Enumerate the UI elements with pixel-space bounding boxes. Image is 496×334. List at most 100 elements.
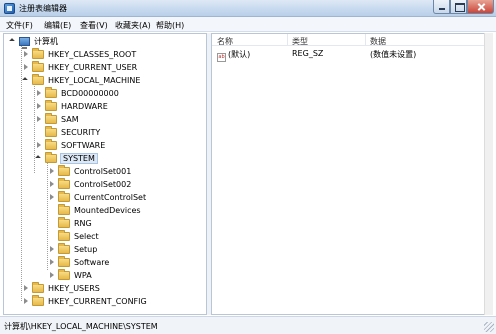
resize-grip-icon[interactable] [484,322,494,332]
tree-item-label: HKEY_CURRENT_USER [48,63,138,72]
expand-arrow-icon[interactable] [47,167,56,176]
expand-arrow-icon[interactable] [21,50,30,59]
tree-item-select[interactable]: Select [47,230,100,243]
tree-item-mounteddevices[interactable]: MountedDevices [47,204,142,217]
menu-view[interactable]: 查看(V) [80,20,108,31]
expand-arrow-icon[interactable] [47,245,56,254]
expand-arrow-icon[interactable] [47,271,56,280]
close-button[interactable] [467,0,494,14]
expand-arrow-icon[interactable] [21,284,30,293]
registry-editor-icon [4,3,15,14]
tree-item-setup[interactable]: Setup [47,243,98,256]
title-bar[interactable]: 注册表编辑器 [0,0,496,17]
folder-icon [32,48,44,59]
expand-arrow-icon[interactable] [34,89,43,98]
expand-arrow-icon[interactable] [34,102,43,111]
expand-arrow-icon[interactable] [47,180,56,189]
string-value-icon: ab [217,53,226,62]
tree-item-label: WPA [74,271,92,280]
tree-item-label: BCD00000000 [61,89,119,98]
expand-arrow-icon[interactable] [21,63,30,72]
tree-item-computer[interactable]: 计算机 [8,35,59,49]
tree-item-hkey-local-machine[interactable]: HKEY_LOCAL_MACHINE [21,74,141,87]
column-divider[interactable] [287,34,288,46]
value-name: (默认) [228,50,251,59]
tree-item-label: HKEY_CLASSES_ROOT [48,50,137,59]
tree-item-rng[interactable]: RNG [47,217,93,230]
collapse-arrow-icon[interactable] [21,76,30,85]
tree-item-controlset001[interactable]: ControlSet001 [47,165,132,178]
tree-item-label: SECURITY [61,128,101,137]
collapse-arrow-icon[interactable] [34,154,43,163]
tree-item-label: HARDWARE [61,102,108,111]
values-list[interactable]: 名称 类型 数据 ab (默认) REG_SZ (数值未设置) [211,33,493,315]
column-header-data[interactable]: 数据 [370,36,386,47]
folder-icon [45,113,57,124]
folder-icon [32,282,44,293]
tree-item-label: Setup [74,245,98,254]
tree-item-software-sub[interactable]: Software [47,256,110,269]
folder-icon [32,74,44,85]
minimize-button[interactable] [433,0,450,14]
tree-item-software[interactable]: SOFTWARE [34,139,106,152]
tree-item-currentcontrolset[interactable]: CurrentControlSet [47,191,147,204]
value-data: (数值未设置) [370,50,417,59]
folder-icon [45,126,57,137]
tree-item-controlset002[interactable]: ControlSet002 [47,178,132,191]
folder-icon [45,139,57,150]
tree-item-system[interactable]: SYSTEM [34,152,98,165]
status-path: 计算机\HKEY_LOCAL_MACHINE\SYSTEM [4,322,158,331]
value-type: REG_SZ [292,49,324,58]
column-header-name[interactable]: 名称 [217,36,233,47]
folder-icon [58,204,70,215]
tree-item-security[interactable]: SECURITY [34,126,101,139]
folder-icon [45,100,57,111]
folder-icon [58,217,70,228]
menu-edit[interactable]: 编辑(E) [44,20,71,31]
registry-tree[interactable]: 计算机 HKEY_CLASSES_ROOT HKEY_CURRENT_USER … [3,33,207,315]
tree-item-label: 计算机 [34,37,58,46]
folder-icon [58,191,70,202]
expand-arrow-icon[interactable] [34,115,43,124]
right-edge-scrollbar[interactable] [484,33,493,315]
tree-item-sam[interactable]: SAM [34,113,80,126]
menu-help[interactable]: 帮助(H) [156,20,184,31]
expand-arrow-icon[interactable] [8,37,17,46]
tree-item-label: ControlSet001 [74,167,132,176]
folder-icon [45,152,57,163]
tree-item-hkey-current-config[interactable]: HKEY_CURRENT_CONFIG [21,295,148,308]
tree-item-hkey-users[interactable]: HKEY_USERS [21,282,101,295]
folder-icon [32,61,44,72]
menu-file[interactable]: 文件(F) [6,20,33,31]
column-divider[interactable] [365,34,366,46]
folder-icon [58,230,70,241]
folder-icon [32,295,44,306]
list-item[interactable]: ab (默认) REG_SZ (数值未设置) [212,48,492,62]
folder-icon [58,243,70,254]
tree-item-hardware[interactable]: HARDWARE [34,100,109,113]
tree-item-hkey-classes-root[interactable]: HKEY_CLASSES_ROOT [21,48,137,61]
tree-item-label: HKEY_CURRENT_CONFIG [48,297,147,306]
tree-item-hkey-current-user[interactable]: HKEY_CURRENT_USER [21,61,138,74]
tree-item-label: MountedDevices [74,206,141,215]
menu-favorites[interactable]: 收藏夹(A) [115,20,151,31]
tree-item-label: Select [74,232,99,241]
expand-arrow-icon[interactable] [47,193,56,202]
list-header: 名称 类型 数据 [212,34,492,47]
expand-arrow-icon[interactable] [47,258,56,267]
tree-item-wpa[interactable]: WPA [47,269,93,282]
maximize-button[interactable] [450,0,467,14]
expand-arrow-icon[interactable] [21,297,30,306]
column-header-type[interactable]: 类型 [292,36,308,47]
status-bar: 计算机\HKEY_LOCAL_MACHINE\SYSTEM [0,316,496,334]
tree-item-label: HKEY_USERS [48,284,100,293]
tree-item-label: SAM [61,115,79,124]
tree-item-label: RNG [74,219,92,228]
tree-item-bcd00000000[interactable]: BCD00000000 [34,87,120,100]
folder-icon [58,178,70,189]
tree-item-label: SYSTEM [60,153,98,164]
expand-arrow-icon[interactable] [34,141,43,150]
